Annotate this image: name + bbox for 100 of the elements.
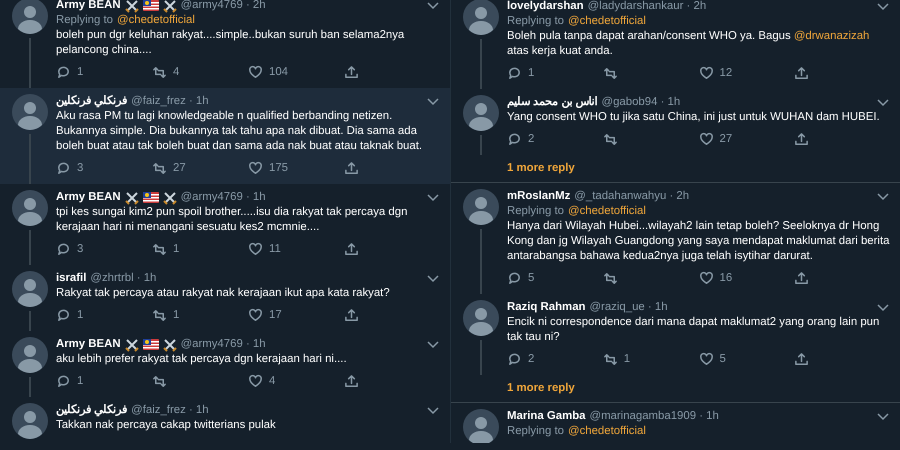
swords-icon (124, 338, 139, 352)
share-icon[interactable] (344, 308, 359, 323)
mention-link[interactable]: @chedetofficial (117, 13, 195, 28)
heart-icon[interactable] (698, 66, 714, 81)
avatar (12, 403, 48, 439)
replying-label: Replying to (507, 424, 564, 439)
reply-count: 1 (77, 65, 84, 80)
user-name[interactable]: Army BEAN (56, 190, 121, 205)
heart-icon[interactable] (248, 65, 263, 80)
user-handle[interactable]: @ladydarshankaur · 2h (588, 0, 706, 14)
swords-icon (162, 0, 177, 12)
retweet-icon[interactable] (602, 271, 618, 286)
retweet-icon[interactable] (602, 132, 618, 147)
share-icon[interactable] (794, 271, 810, 286)
retweet-count: 1 (624, 352, 630, 367)
share-icon[interactable] (794, 132, 810, 147)
flag-icon (142, 191, 159, 204)
reply-count: 2 (528, 132, 534, 147)
user-name[interactable]: اناس بن محمد سليم (507, 95, 598, 110)
avatar (463, 0, 499, 35)
flag-icon (142, 338, 159, 351)
avatar (12, 94, 48, 130)
reply-icon[interactable] (56, 242, 71, 257)
reply-icon[interactable] (507, 132, 522, 147)
user-handle[interactable]: @army4769 · 2h (180, 0, 266, 13)
share-icon[interactable] (344, 65, 359, 80)
heart-icon[interactable] (698, 352, 714, 367)
share-icon[interactable] (794, 66, 810, 81)
swords-icon (124, 0, 139, 12)
share-icon[interactable] (344, 242, 359, 257)
user-name[interactable]: israfil (56, 271, 86, 286)
reply-icon[interactable] (56, 308, 71, 323)
like-count: 175 (269, 161, 288, 176)
avatar (463, 409, 499, 443)
retweet-icon[interactable] (152, 374, 167, 389)
tweet-text: Boleh pula tanpa dapat arahan/consent WHO ya. Bagus @drwanazizah atas kerja kuat anda. (507, 29, 870, 59)
avatar (463, 189, 499, 225)
mention-link[interactable]: @chedetofficial (568, 424, 646, 439)
reply-icon[interactable] (56, 65, 71, 80)
retweet-icon[interactable] (602, 66, 618, 81)
user-handle[interactable]: @faiz_frez · 1h (131, 403, 209, 418)
swords-icon (162, 338, 177, 352)
reply-icon[interactable] (507, 66, 522, 81)
user-handle[interactable]: @_tadahanwahyu · 2h (574, 189, 690, 204)
share-icon[interactable] (344, 374, 359, 389)
user-name[interactable]: فرنكلي فرنكلين (56, 94, 128, 109)
mention-link[interactable]: @drwanazizah (794, 30, 870, 42)
user-name[interactable]: mRoslanMz (507, 189, 570, 204)
user-handle[interactable]: @faiz_frez · 1h (131, 94, 209, 109)
heart-icon[interactable] (698, 132, 714, 147)
retweet-icon[interactable] (152, 65, 167, 80)
retweet-icon[interactable] (602, 352, 618, 367)
like-count: 4 (269, 374, 276, 389)
heart-icon[interactable] (248, 242, 263, 257)
tweet-text: Takkan nak percaya cakap twitterians pulak (56, 418, 277, 433)
mention-link[interactable]: @chedetofficial (568, 14, 646, 29)
user-handle[interactable]: @marinagamba1909 · 1h (590, 409, 719, 424)
share-icon[interactable] (344, 161, 359, 176)
flag-icon (142, 0, 159, 12)
reply-count: 1 (528, 66, 534, 81)
heart-icon[interactable] (248, 161, 263, 176)
retweet-icon[interactable] (152, 308, 167, 323)
retweet-count: 27 (173, 161, 186, 176)
avatar (463, 95, 499, 131)
reply-icon[interactable] (507, 271, 522, 286)
reply-count: 3 (77, 161, 84, 176)
reply-count: 2 (528, 352, 534, 367)
tweet-text: boleh pun dgr keluhan rakyat....simple..bukan suruh ban selama2nya pelancong china.... (56, 28, 406, 58)
avatar (12, 337, 48, 373)
avatar (12, 0, 48, 34)
reply-icon[interactable] (56, 374, 71, 389)
more-replies-link[interactable]: 1 more reply (463, 381, 575, 402)
user-name[interactable]: فرنكلي فرنكلين (56, 403, 128, 418)
user-name[interactable]: lovelydarshan (507, 0, 584, 14)
user-handle[interactable]: @gabob94 · 1h (602, 95, 680, 110)
tweet-text: Hanya dari Wilayah Hubei...wilayah2 lain tetap boleh? Seeloknya dr Hong Kong dan jg Wilayah Guangdong yang saya mendapat maklumat dari berita antarabangsa bahawa kedua2nya juga telah isytihar darurat. (507, 219, 890, 264)
replying-label: Replying to (507, 14, 564, 29)
reply-icon[interactable] (56, 161, 71, 176)
user-name[interactable]: Raziq Rahman (507, 300, 586, 315)
share-icon[interactable] (794, 352, 810, 367)
user-handle[interactable]: @zhrtrbl · 1h (90, 271, 156, 286)
mention-link[interactable]: @chedetofficial (568, 204, 646, 219)
heart-icon[interactable] (248, 374, 263, 389)
more-replies-link[interactable]: 1 more reply (463, 161, 575, 182)
retweet-icon[interactable] (152, 242, 167, 257)
tweet-text: aku lebih prefer rakyat tak percaya dgn kerajaan hari ni.... (56, 352, 348, 367)
reply-icon[interactable] (507, 352, 522, 367)
user-handle[interactable]: @army4769 · 1h (180, 190, 266, 205)
user-name[interactable]: Army BEAN (56, 337, 121, 352)
user-name[interactable]: Army BEAN (56, 0, 121, 13)
heart-icon[interactable] (698, 271, 714, 286)
retweet-count: 4 (173, 65, 180, 80)
avatar (12, 271, 48, 307)
user-handle[interactable]: @raziq_ue · 1h (589, 300, 668, 315)
heart-icon[interactable] (248, 308, 263, 323)
like-count: 5 (720, 352, 726, 367)
tweet-text: tpi kes sungai kim2 pun spoil brother.....isu dia rakyat tak percaya dgn kerajaan hari ni menangani sesuatu kes2 mcmnie.... (56, 205, 408, 235)
retweet-icon[interactable] (152, 161, 167, 176)
user-name[interactable]: Marina Gamba (507, 409, 586, 424)
user-handle[interactable]: @army4769 · 1h (180, 337, 266, 352)
